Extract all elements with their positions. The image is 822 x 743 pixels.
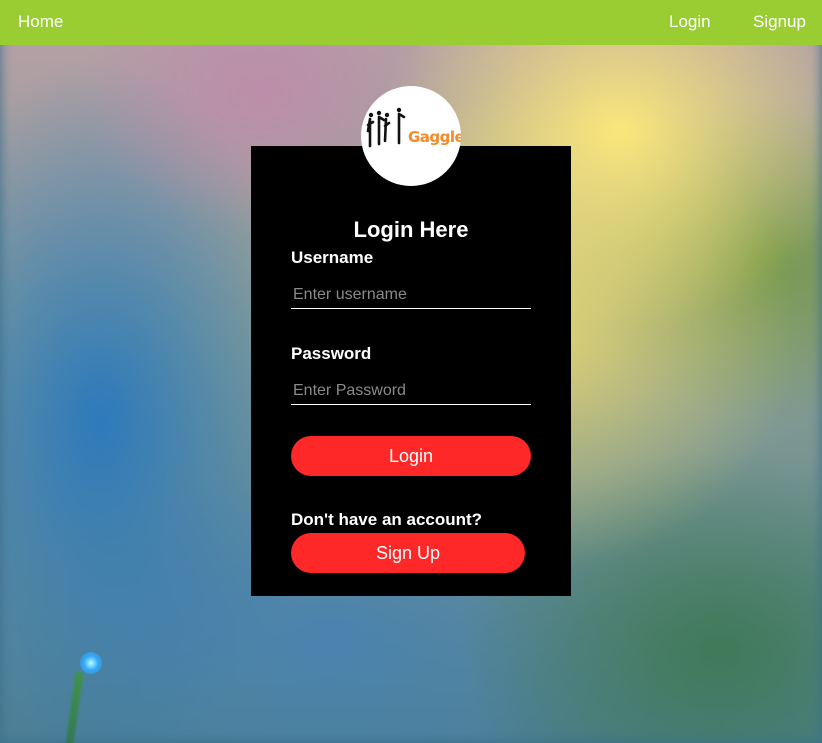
nav-login-link[interactable]: Login (669, 12, 711, 32)
password-label: Password (291, 344, 372, 363)
top-navbar: Home Login Signup (0, 0, 822, 45)
no-account-text: Don't have an account? (291, 510, 483, 529)
nav-signup-link[interactable]: Signup (753, 12, 806, 32)
gaggle-logo-text: Gaggle (408, 128, 461, 146)
nav-home-link[interactable]: Home (18, 12, 63, 32)
password-input[interactable] (291, 377, 531, 405)
login-title: Login Here (353, 217, 469, 242)
username-label: Username (291, 248, 374, 267)
sign-up-button[interactable]: Sign Up (291, 533, 525, 573)
login-button[interactable]: Login (291, 436, 531, 476)
username-input[interactable] (291, 281, 531, 309)
background-light-spot (80, 652, 102, 674)
gaggle-logo: Gaggle (361, 86, 461, 186)
